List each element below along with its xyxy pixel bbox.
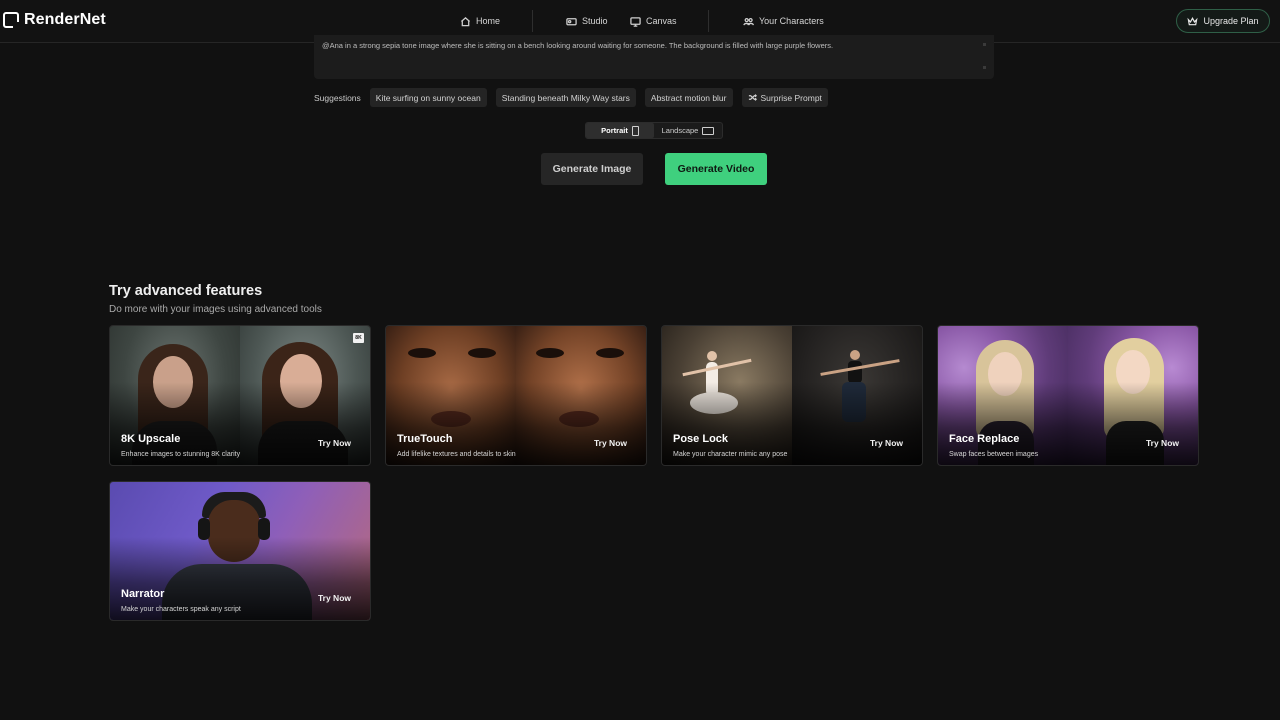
nav-characters-label: Your Characters [759, 16, 824, 26]
suggestions-label: Suggestions [314, 92, 361, 103]
home-icon [460, 16, 471, 26]
feature-card-truetouch[interactable]: TrueTouch Add lifelike textures and deta… [385, 325, 647, 466]
try-now-link[interactable]: Try Now [870, 438, 903, 448]
generate-video-button[interactable]: Generate Video [665, 153, 767, 185]
rendernet-logo-icon [3, 12, 20, 29]
feature-card-narrator[interactable]: Narrator Make your characters speak any … [109, 481, 371, 621]
try-now-link[interactable]: Try Now [318, 438, 351, 448]
try-now-link[interactable]: Try Now [318, 593, 351, 603]
suggestions-row: Suggestions Kite surfing on sunny ocean … [314, 88, 828, 107]
feature-card-pose-lock[interactable]: Pose Lock Make your character mimic any … [661, 325, 923, 466]
feature-card-desc: Add lifelike textures and details to ski… [397, 451, 516, 458]
suggestion-chip-label: Kite surfing on sunny ocean [375, 92, 481, 103]
suggestion-chip[interactable]: Abstract motion blur [644, 88, 733, 107]
nav-canvas-label: Canvas [646, 16, 677, 26]
shuffle-icon [748, 94, 757, 101]
feature-card-desc: Make your characters speak any script [121, 606, 241, 613]
try-now-link[interactable]: Try Now [1146, 438, 1179, 448]
feature-card-title: 8K Upscale [121, 433, 181, 445]
generate-image-button[interactable]: Generate Image [541, 153, 643, 185]
suggestion-chip-label: Abstract motion blur [650, 92, 727, 103]
try-now-link[interactable]: Try Now [594, 438, 627, 448]
portrait-option[interactable]: Portrait [586, 123, 654, 138]
features-heading: Try advanced features [109, 283, 263, 299]
brand-logo[interactable]: RenderNet [3, 10, 106, 30]
feature-card-title: Narrator [121, 588, 165, 600]
prompt-scrollbar[interactable] [983, 43, 986, 69]
upgrade-plan-button[interactable]: Upgrade Plan [1176, 9, 1270, 33]
feature-card-desc: Swap faces between images [949, 451, 1039, 458]
suggestion-chip[interactable]: Kite surfing on sunny ocean [369, 88, 487, 107]
nav-divider [532, 10, 533, 32]
feature-card-desc: Make your character mimic any pose [673, 451, 788, 458]
characters-icon [743, 17, 754, 25]
nav-your-characters[interactable]: Your Characters [743, 13, 824, 29]
nav-studio-label: Studio [582, 16, 608, 26]
portrait-icon [631, 125, 639, 136]
suggestion-chip[interactable]: Standing beneath Milky Way stars [495, 88, 636, 107]
surprise-prompt-label: Surprise Prompt [760, 92, 822, 103]
nav-canvas[interactable]: Canvas [630, 13, 677, 29]
prompt-input[interactable]: @Ana in a strong sepia tone image where … [314, 35, 994, 79]
orientation-toggle: Portrait Landscape [585, 122, 723, 139]
prompt-text[interactable]: @Ana in a strong sepia tone image where … [322, 40, 986, 51]
8k-badge: 8K [353, 333, 364, 343]
portrait-label: Portrait [601, 126, 628, 135]
landscape-label: Landscape [661, 126, 699, 135]
landscape-icon [702, 126, 715, 135]
nav-home[interactable]: Home [460, 13, 500, 29]
canvas-icon [630, 16, 641, 27]
feature-card-8k-upscale[interactable]: 8K 8K Upscale Enhance images to stunning… [109, 325, 371, 466]
landscape-option[interactable]: Landscape [654, 123, 722, 138]
studio-icon [566, 17, 577, 25]
upgrade-plan-label: Upgrade Plan [1203, 16, 1259, 26]
features-subheading: Do more with your images using advanced … [109, 304, 322, 315]
nav-studio[interactable]: Studio [566, 13, 608, 29]
suggestion-chip-label: Standing beneath Milky Way stars [501, 92, 630, 103]
feature-card-face-replace[interactable]: Face Replace Swap faces between images T… [937, 325, 1199, 466]
brand-name: RenderNet [24, 11, 106, 28]
feature-card-title: Face Replace [949, 433, 1020, 445]
nav-home-label: Home [476, 16, 501, 26]
surprise-prompt-button[interactable]: Surprise Prompt [741, 88, 828, 107]
feature-card-title: TrueTouch [397, 433, 453, 445]
nav-divider [708, 10, 709, 32]
crown-icon [1187, 16, 1199, 25]
feature-card-desc: Enhance images to stunning 8K clarity [121, 451, 241, 458]
feature-card-title: Pose Lock [673, 433, 729, 445]
